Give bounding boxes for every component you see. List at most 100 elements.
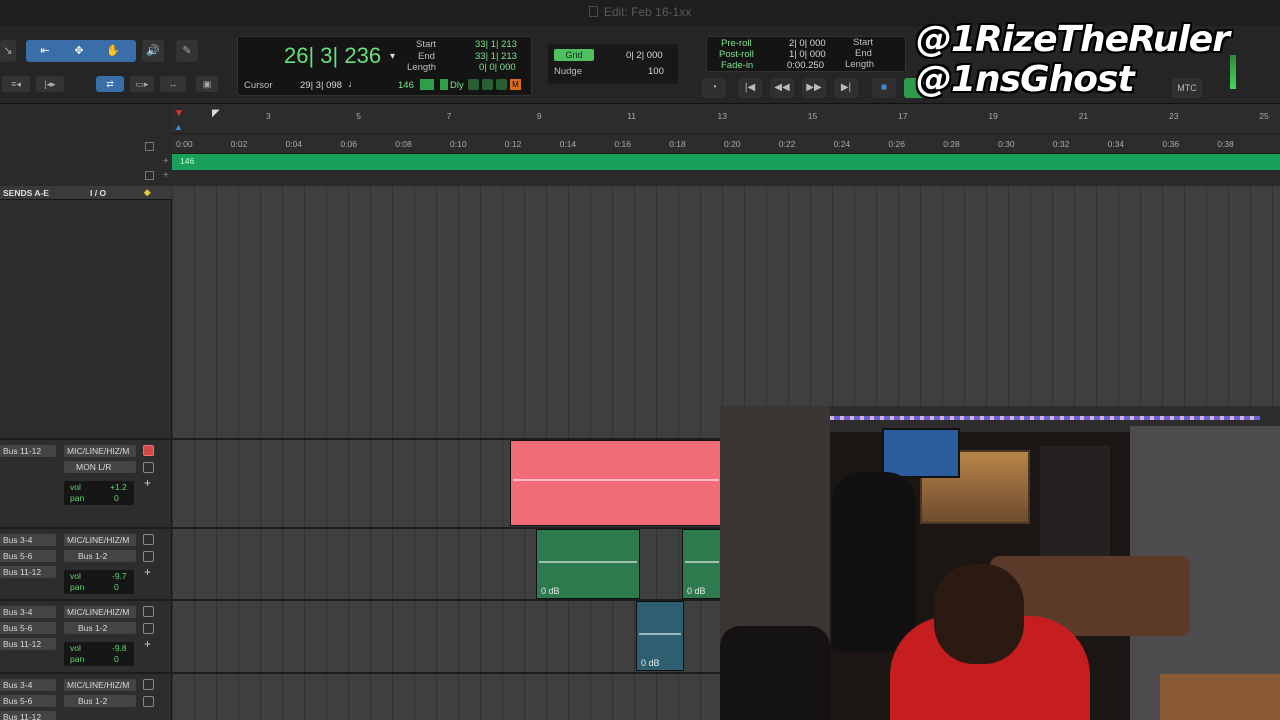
cam-table xyxy=(1160,674,1280,720)
record-enable-button[interactable] xyxy=(143,445,154,456)
mirror-icon[interactable]: ▣ xyxy=(196,76,218,92)
bars-beats-ruler[interactable]: ▼ ◤ ▲ 3 5 7 9 11 13 15 17 19 21 23 25 xyxy=(172,104,1280,134)
timecode-ruler[interactable]: 0:00 0:02 0:04 0:06 0:08 0:10 0:12 0:14 0:16 0:18… xyxy=(172,136,1280,154)
stop-icon[interactable]: ■ xyxy=(872,78,896,98)
pan-value[interactable]: 0 xyxy=(114,582,119,592)
track-options-icon[interactable] xyxy=(143,696,154,707)
grid-button[interactable]: Grid xyxy=(554,49,594,61)
nudge-value[interactable]: 100 xyxy=(648,66,664,77)
output-selector[interactable]: Bus 1-2 xyxy=(64,550,136,562)
fadein-value[interactable]: 0:00.250 xyxy=(787,60,824,71)
shuffle-mode-icon[interactable]: ≡◂ xyxy=(2,76,30,92)
midi-thru-icon[interactable]: M xyxy=(510,79,521,90)
selector-tool-icon[interactable]: ✥ xyxy=(64,40,94,62)
trim-tool-icon[interactable]: ⇤ xyxy=(30,40,60,62)
pan-value[interactable]: 0 xyxy=(114,654,119,664)
link-selection-icon[interactable]: ↔ xyxy=(160,76,186,92)
add-insert-icon[interactable]: + xyxy=(144,476,151,490)
timecode-tick-label: 0:06 xyxy=(340,139,357,149)
return-to-zero-icon[interactable]: |◀ xyxy=(738,78,762,98)
clip-gain[interactable]: 0 dB xyxy=(687,586,706,596)
send-slot[interactable]: Bus 3-4 xyxy=(0,534,56,546)
rewind-icon[interactable]: ◀◀ xyxy=(770,78,794,98)
main-counter[interactable]: 26| 3| 236 ▾ Start End Length 33| 1| 213… xyxy=(237,36,532,96)
output-selector[interactable]: Bus 1-2 xyxy=(64,622,136,634)
input-selector[interactable]: MIC/LINE/HIZ/M xyxy=(64,606,136,618)
grabber-tool-icon[interactable]: ✋ xyxy=(98,40,128,62)
conductor-icon[interactable] xyxy=(496,79,507,90)
track-options-icon[interactable] xyxy=(143,534,154,545)
speaker-tool-icon[interactable]: 🔊 xyxy=(142,40,164,62)
vol-pan-readout[interactable]: vol -9.8 pan 0 xyxy=(64,642,134,666)
pencil-tool-icon[interactable]: ✎ xyxy=(176,40,198,62)
audio-clip-selected[interactable] xyxy=(510,440,722,526)
countoff-icon[interactable] xyxy=(468,79,479,90)
clip-gain[interactable]: 0 dB xyxy=(641,658,660,668)
pan-value[interactable]: 0 xyxy=(114,493,119,503)
send-slot[interactable]: Bus 3-4 xyxy=(0,679,56,691)
preroll-label[interactable]: Pre-roll xyxy=(721,38,752,49)
grid-value[interactable]: 0| 2| 000 xyxy=(626,50,663,61)
track-options-icon[interactable] xyxy=(143,679,154,690)
track-options-icon[interactable] xyxy=(143,606,154,617)
online-icon[interactable]: ◔ xyxy=(702,78,726,98)
input-selector[interactable]: MIC/LINE/HIZ/M xyxy=(64,534,136,546)
send-slot[interactable]: Bus 5-6 xyxy=(0,550,56,562)
clip-gain[interactable]: 0 dB xyxy=(541,586,560,596)
ruler-options-icon[interactable] xyxy=(145,142,154,151)
wait-note-icon[interactable] xyxy=(440,79,448,90)
midi-merge-icon[interactable] xyxy=(420,79,434,90)
input-selector[interactable]: MIC/LINE/HIZ/M xyxy=(64,679,136,691)
tab-to-transient-icon[interactable]: ▭▸ xyxy=(130,76,154,92)
add-meter-icon[interactable]: + xyxy=(163,170,169,181)
vol-value[interactable]: -9.8 xyxy=(112,643,127,653)
bar-tick-label: 23 xyxy=(1169,111,1179,121)
length-value[interactable]: 0| 0| 000 xyxy=(479,62,516,73)
vol-pan-readout[interactable]: vol +1.2 pan 0 xyxy=(64,481,134,505)
output-selector[interactable]: Bus 1-2 xyxy=(64,695,136,707)
add-insert-icon[interactable]: + xyxy=(144,637,151,651)
clip-waveform xyxy=(513,478,719,481)
fast-forward-icon[interactable]: ▶▶ xyxy=(802,78,826,98)
add-insert-icon[interactable]: + xyxy=(144,565,151,579)
go-to-end-icon[interactable]: ▶| xyxy=(834,78,858,98)
playhead-start-marker[interactable]: ▼ xyxy=(174,108,184,119)
postroll-value[interactable]: 1| 0| 000 xyxy=(789,49,826,60)
audio-clip[interactable]: 0 dB xyxy=(536,529,640,599)
start-value[interactable]: 33| 1| 213 xyxy=(475,39,517,50)
preroll-flag-icon[interactable]: ▲ xyxy=(174,122,183,132)
audio-clip[interactable]: 0 dB xyxy=(636,601,684,671)
tempo-ruler[interactable]: 146 xyxy=(172,154,1280,170)
vol-value[interactable]: +1.2 xyxy=(110,482,127,492)
audio-clip[interactable]: 0 dB xyxy=(682,529,722,599)
postroll-label[interactable]: Post-roll xyxy=(719,49,754,60)
track-options-icon[interactable] xyxy=(143,623,154,634)
grid-mode-button[interactable]: ⇄ xyxy=(96,76,124,92)
send-slot[interactable]: Bus 5-6 xyxy=(0,622,56,634)
output-selector[interactable]: MON L/R xyxy=(64,461,136,473)
preroll-value[interactable]: 2| 0| 000 xyxy=(789,38,826,49)
vol-value[interactable]: -9.7 xyxy=(112,571,127,581)
slip-mode-icon[interactable]: |◂▸ xyxy=(36,76,64,92)
send-slot[interactable]: Bus 11-12 xyxy=(0,711,56,720)
send-slot[interactable]: Bus 11-12 xyxy=(0,638,56,650)
send-slot[interactable]: Bus 3-4 xyxy=(0,606,56,618)
metronome-icon[interactable] xyxy=(482,79,493,90)
ruler-expand-icon[interactable] xyxy=(145,171,154,180)
playhead-end-marker[interactable]: ◤ xyxy=(212,108,220,119)
track-options-icon[interactable] xyxy=(143,551,154,562)
track-options-icon[interactable] xyxy=(143,462,154,473)
send-slot[interactable]: Bus 11-12 xyxy=(0,566,56,578)
add-marker-icon[interactable]: + xyxy=(163,156,169,167)
tempo-marker[interactable]: 146 xyxy=(180,156,194,166)
end-value[interactable]: 33| 1| 213 xyxy=(475,51,517,62)
dly-label[interactable]: Dly xyxy=(450,80,464,91)
zoom-tool-icon[interactable]: ↘ xyxy=(0,40,16,62)
counter-dropdown-icon[interactable]: ▾ xyxy=(390,51,395,62)
send-slot[interactable]: Bus 11-12 xyxy=(0,445,56,457)
vol-pan-readout[interactable]: vol -9.7 pan 0 xyxy=(64,570,134,594)
send-slot[interactable]: Bus 5-6 xyxy=(0,695,56,707)
fadein-label[interactable]: Fade-in xyxy=(721,60,753,71)
tempo-value: 146 xyxy=(398,80,414,91)
input-selector[interactable]: MIC/LINE/HIZ/M xyxy=(64,445,136,457)
